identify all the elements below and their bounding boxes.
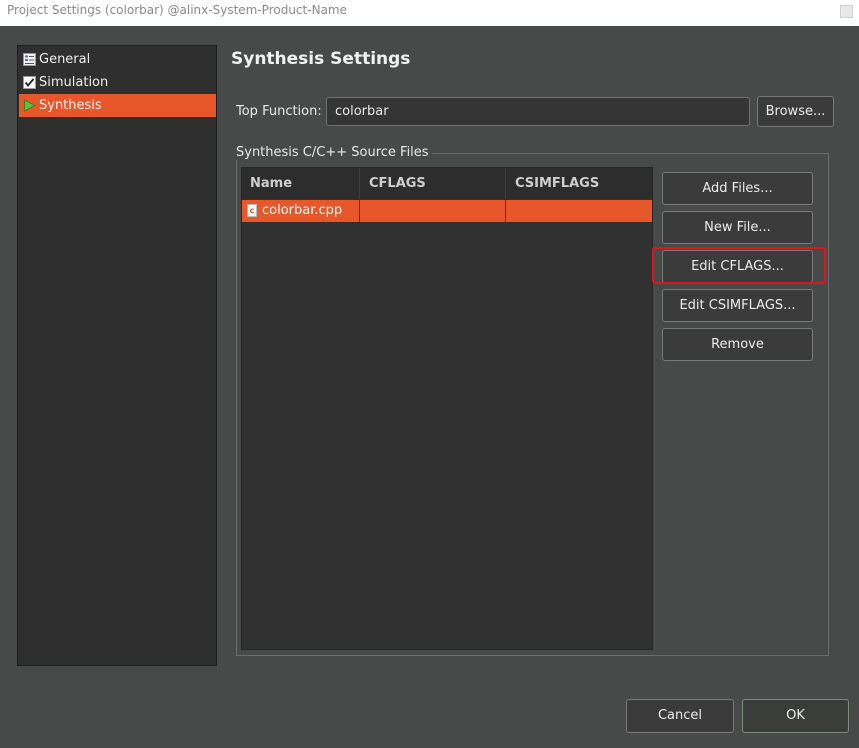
dialog-body: General Simulation Synthesis Synthesis S…: [0, 26, 859, 748]
remove-button[interactable]: Remove: [662, 328, 813, 361]
top-function-label: Top Function:: [236, 104, 322, 119]
sidebar-item-label: General: [39, 52, 91, 67]
edit-csimflags-button[interactable]: Edit CSIMFLAGS...: [662, 289, 813, 322]
column-header-cflags[interactable]: CFLAGS: [360, 168, 506, 199]
add-files-button[interactable]: Add Files...: [662, 172, 813, 205]
table-cell-csimflags: [506, 200, 652, 222]
column-header-csimflags[interactable]: CSIMFLAGS: [506, 168, 652, 199]
table-cell-cflags: [360, 200, 506, 222]
window-titlebar: Project Settings (colorbar) @alinx-Syste…: [0, 0, 859, 26]
sidebar-item-label: Simulation: [39, 75, 109, 90]
page-title: Synthesis Settings: [231, 49, 411, 69]
file-name: colorbar.cpp: [262, 203, 343, 218]
edit-cflags-button[interactable]: Edit CFLAGS...: [662, 250, 813, 283]
table-header: Name CFLAGS CSIMFLAGS: [242, 168, 652, 199]
close-icon[interactable]: [840, 5, 853, 18]
top-function-input[interactable]: colorbar: [326, 97, 750, 126]
checkbox-checked-icon: [23, 76, 36, 89]
ok-button[interactable]: OK: [742, 699, 849, 733]
browse-button[interactable]: Browse...: [757, 96, 834, 127]
table-row[interactable]: c colorbar.cpp: [242, 200, 652, 222]
table-cell-name: c colorbar.cpp: [242, 200, 360, 222]
window-title: Project Settings (colorbar) @alinx-Syste…: [7, 3, 347, 17]
source-files-table[interactable]: Name CFLAGS CSIMFLAGS c colorbar.cpp: [241, 167, 653, 650]
cpp-file-icon: c: [247, 204, 257, 217]
play-arrow-icon: [24, 99, 36, 112]
new-file-button[interactable]: New File...: [662, 211, 813, 244]
cancel-button[interactable]: Cancel: [626, 699, 734, 733]
sidebar-item-simulation[interactable]: Simulation: [19, 71, 216, 94]
source-files-group-label: Synthesis C/C++ Source Files: [233, 145, 432, 160]
general-settings-icon: [23, 53, 36, 66]
sidebar-item-label: Synthesis: [39, 98, 102, 113]
settings-nav: General Simulation Synthesis: [17, 45, 217, 666]
column-header-name[interactable]: Name: [242, 168, 360, 199]
sidebar-item-synthesis[interactable]: Synthesis: [19, 94, 216, 117]
sidebar-item-general[interactable]: General: [19, 48, 216, 71]
